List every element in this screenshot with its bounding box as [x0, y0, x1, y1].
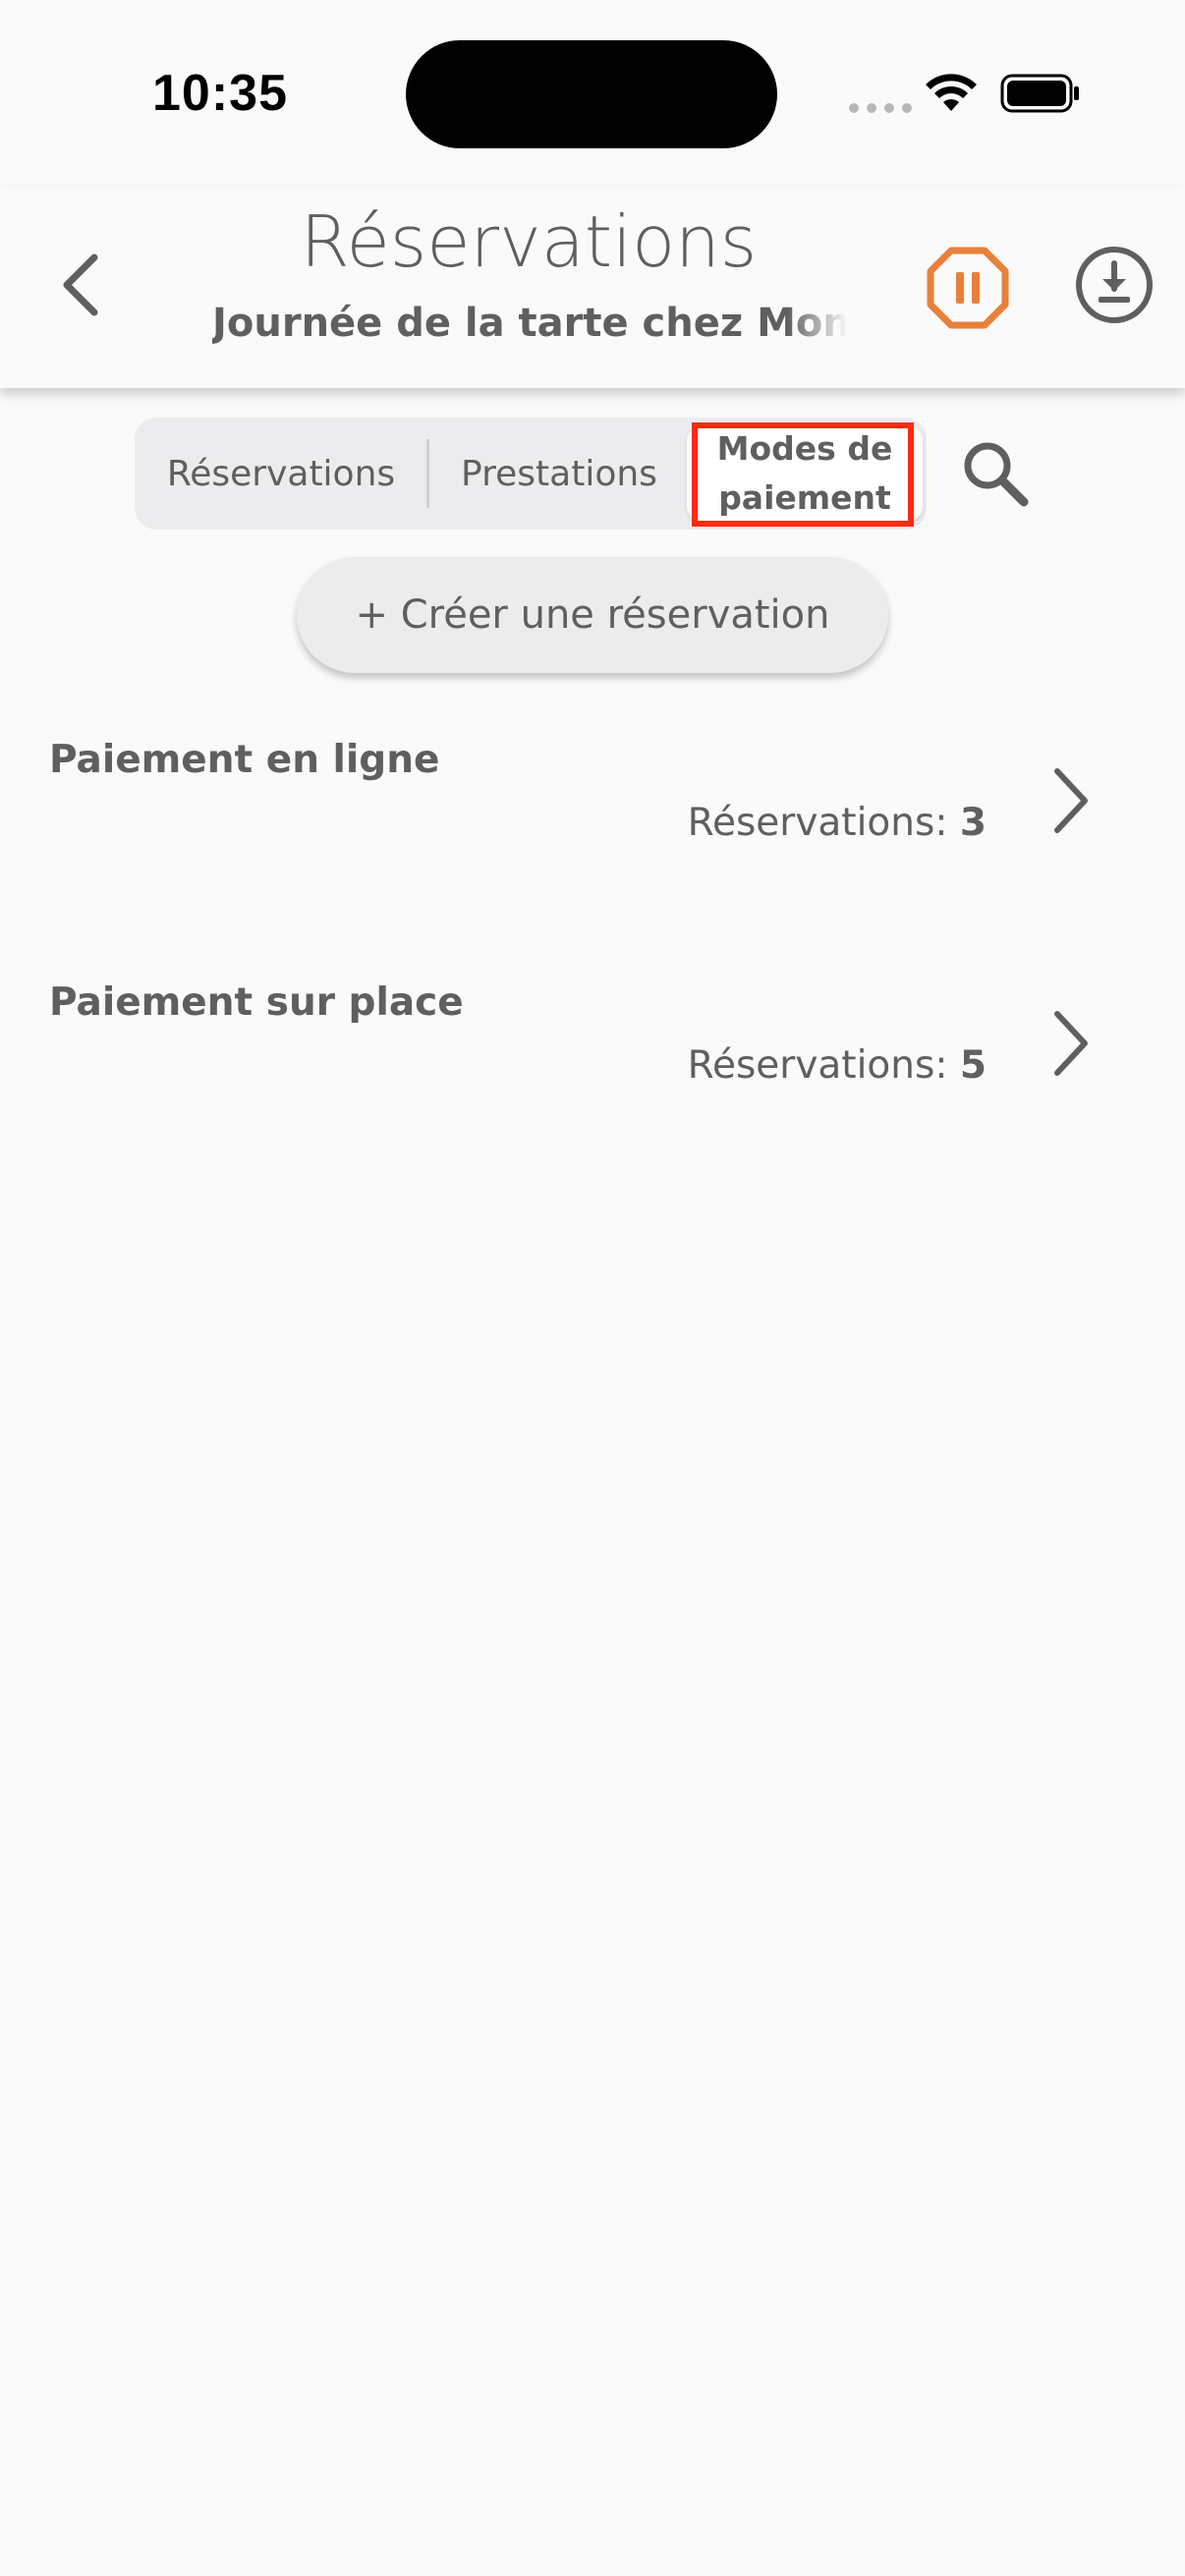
create-reservation-button[interactable]: + Créer une réservation [297, 557, 888, 673]
view-segmented-control: Réservations Prestations Modes de paieme… [135, 418, 927, 530]
tab-payment-modes-line1: Modes de [716, 429, 893, 468]
pause-octagon-icon[interactable] [926, 246, 1010, 330]
tab-prestations[interactable]: Prestations [427, 418, 691, 530]
reservation-count: Réservations: 3 [688, 801, 987, 845]
event-subtitle: Journée de la tarte chez Mon [212, 301, 846, 346]
status-bar: 10:35 [0, 0, 1185, 187]
download-circle-icon[interactable] [1073, 244, 1156, 326]
payment-mode-item-on-site[interactable]: Paiement sur place Réservations: 5 [0, 965, 1185, 1161]
reservation-count-value: 5 [959, 1043, 987, 1088]
battery-icon [1000, 74, 1079, 113]
page-title: Réservations [300, 200, 758, 283]
chevron-right-icon [1054, 768, 1088, 833]
payment-mode-title: Paiement en ligne [49, 738, 440, 782]
reservation-count-label: Réservations: [687, 1043, 960, 1088]
dynamic-island [406, 40, 777, 148]
payment-mode-title: Paiement sur place [49, 980, 464, 1025]
tab-reservations[interactable]: Réservations [135, 418, 427, 530]
reservation-count-label: Réservations: [687, 801, 960, 845]
tab-payment-modes-line2: paiement [718, 478, 891, 517]
tab-payment-modes[interactable]: Modes de paiement [687, 425, 923, 522]
payment-mode-item-online[interactable]: Paiement en ligne Réservations: 3 [0, 722, 1185, 919]
reservation-count: Réservations: 5 [688, 1043, 987, 1088]
reservation-count-value: 3 [959, 801, 987, 845]
status-time: 10:35 [152, 65, 288, 122]
wifi-icon [926, 74, 977, 111]
app-header: Réservations Journée de la tarte chez Mo… [0, 187, 1185, 388]
chevron-right-icon [1054, 1011, 1088, 1076]
subtitle-fade [787, 295, 848, 360]
search-icon[interactable] [959, 437, 1032, 510]
cellular-signal-icon [849, 103, 912, 113]
